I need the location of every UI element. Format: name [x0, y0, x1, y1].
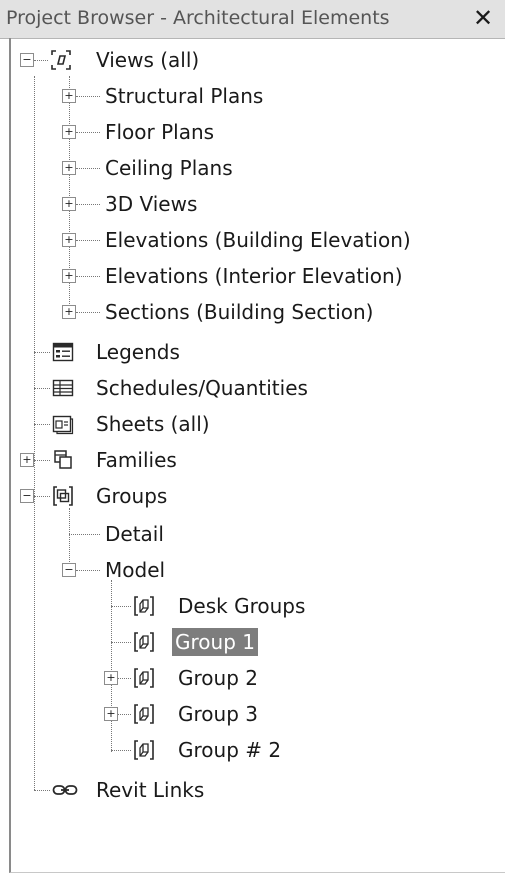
expand-icon[interactable]: +: [20, 453, 34, 467]
expand-icon[interactable]: +: [104, 707, 118, 721]
tree-label-schedules[interactable]: Schedules/Quantities: [93, 374, 311, 402]
tree-label-groups[interactable]: Groups: [93, 482, 170, 510]
groups-icon: [52, 485, 74, 507]
schedule-icon: [52, 377, 74, 399]
tree-label-floor-plans[interactable]: Floor Plans: [102, 118, 217, 146]
tree-label-revit-links[interactable]: Revit Links: [93, 776, 207, 804]
tree-item-elevations-interior[interactable]: + Elevations (Interior Elevation): [0, 260, 480, 292]
tree-item-groups[interactable]: − Groups: [0, 480, 480, 512]
expand-icon[interactable]: +: [62, 89, 76, 103]
tree-item-3d-views[interactable]: + 3D Views: [0, 188, 480, 220]
tree-item-group-1[interactable]: Group 1: [0, 626, 480, 658]
expand-icon[interactable]: +: [104, 671, 118, 685]
tree-label-desk-groups[interactable]: Desk Groups: [175, 592, 308, 620]
expand-icon[interactable]: +: [62, 233, 76, 247]
tree-item-schedules[interactable]: Schedules/Quantities: [0, 372, 480, 404]
tree-item-group-hash-2[interactable]: Group # 2: [0, 734, 480, 766]
tree-item-model[interactable]: − Model: [0, 554, 480, 586]
project-browser-tree: − Views (all) + Structural Plans + Floor…: [0, 0, 505, 874]
tree-label-group-3[interactable]: Group 3: [175, 700, 261, 728]
tree-label-legends[interactable]: Legends: [93, 338, 183, 366]
tree-label-detail[interactable]: Detail: [102, 520, 167, 548]
model-group-icon: [133, 739, 155, 761]
tree-item-legends[interactable]: Legends: [0, 336, 480, 368]
tree-item-structural-plans[interactable]: + Structural Plans: [0, 80, 480, 112]
link-icon: [52, 779, 78, 801]
legend-icon: [52, 341, 74, 363]
model-group-icon: [133, 631, 155, 653]
tree-label-model[interactable]: Model: [102, 556, 168, 584]
tree-item-families[interactable]: + Families: [0, 444, 480, 476]
tree-label-group-2[interactable]: Group 2: [175, 664, 261, 692]
expand-icon[interactable]: +: [62, 197, 76, 211]
tree-label-families[interactable]: Families: [93, 446, 180, 474]
tree-item-desk-groups[interactable]: Desk Groups: [0, 590, 480, 622]
collapse-icon[interactable]: −: [62, 563, 76, 577]
tree-label-ceiling-plans[interactable]: Ceiling Plans: [102, 154, 236, 182]
tree-label-sheets[interactable]: Sheets (all): [93, 410, 213, 438]
views-icon: [50, 49, 72, 71]
tree-label-elevations-interior[interactable]: Elevations (Interior Elevation): [102, 262, 406, 290]
tree-item-group-3[interactable]: + Group 3: [0, 698, 480, 730]
tree-label-3d-views[interactable]: 3D Views: [102, 190, 200, 218]
tree-label-views[interactable]: Views (all): [93, 46, 202, 74]
model-group-icon: [133, 703, 155, 725]
sheet-icon: [52, 413, 74, 435]
tree-label-group-hash-2[interactable]: Group # 2: [175, 736, 284, 764]
tree-label-elevations-building[interactable]: Elevations (Building Elevation): [102, 226, 414, 254]
tree-item-views[interactable]: − Views (all): [0, 44, 480, 76]
tree-item-sheets[interactable]: Sheets (all): [0, 408, 480, 440]
expand-icon[interactable]: +: [62, 305, 76, 319]
expand-icon[interactable]: +: [62, 269, 76, 283]
tree-item-group-2[interactable]: + Group 2: [0, 662, 480, 694]
tree-item-sections[interactable]: + Sections (Building Section): [0, 296, 480, 328]
tree-item-revit-links[interactable]: Revit Links: [0, 774, 480, 806]
tree-label-group-1-selected[interactable]: Group 1: [172, 628, 258, 656]
model-group-icon: [133, 595, 155, 617]
families-icon: [52, 449, 74, 471]
tree-item-detail[interactable]: Detail: [0, 518, 480, 550]
tree-label-structural-plans[interactable]: Structural Plans: [102, 82, 266, 110]
collapse-icon[interactable]: −: [20, 53, 34, 67]
collapse-icon[interactable]: −: [20, 489, 34, 503]
tree-item-ceiling-plans[interactable]: + Ceiling Plans: [0, 152, 480, 184]
tree-item-floor-plans[interactable]: + Floor Plans: [0, 116, 480, 148]
expand-icon[interactable]: +: [62, 161, 76, 175]
tree-item-elevations-building[interactable]: + Elevations (Building Elevation): [0, 224, 480, 256]
tree-label-sections[interactable]: Sections (Building Section): [102, 298, 377, 326]
model-group-icon: [133, 667, 155, 689]
expand-icon[interactable]: +: [62, 125, 76, 139]
